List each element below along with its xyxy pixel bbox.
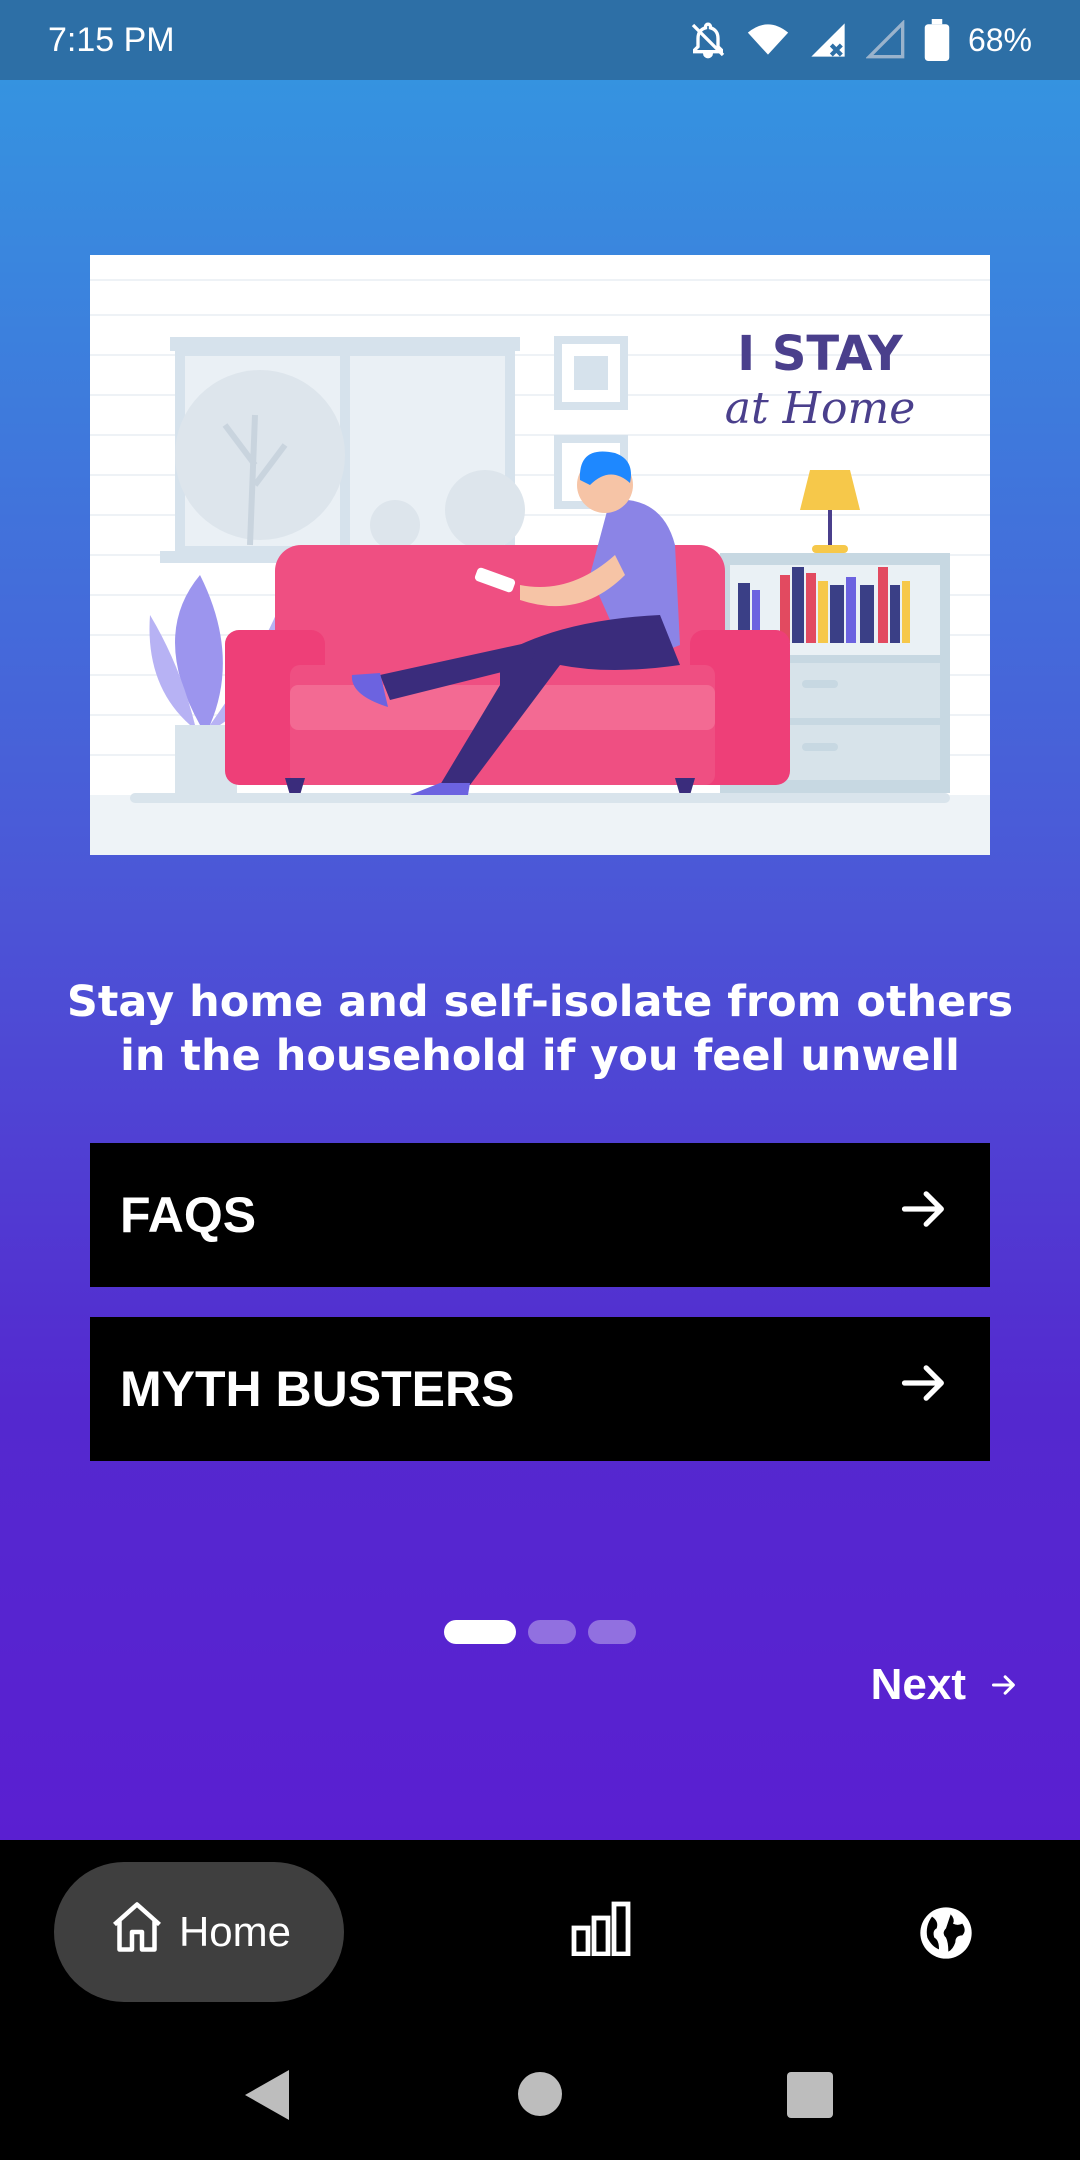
nav-stats[interactable] (570, 1900, 632, 1960)
wifi-icon (746, 20, 790, 60)
recent-apps-icon[interactable] (787, 2072, 833, 2118)
bell-off-icon (688, 20, 728, 60)
system-nav-bar (0, 2030, 1080, 2160)
stay-home-illustration: I STAY at Home (90, 255, 990, 855)
page-dot[interactable] (588, 1620, 636, 1644)
globe-icon (918, 1907, 974, 1965)
faqs-button[interactable]: FAQS (90, 1143, 990, 1287)
nav-world[interactable] (918, 1905, 974, 1965)
next-label: Next (870, 1660, 966, 1709)
hero-title: I STAY (737, 326, 904, 382)
signal-empty-icon (865, 20, 906, 60)
back-icon[interactable] (245, 2070, 289, 2124)
home-icon (107, 1897, 167, 1967)
battery-icon (924, 19, 950, 61)
status-time: 7:15 PM (48, 20, 175, 59)
bottom-nav: Home (0, 1840, 1080, 2030)
nav-home[interactable]: Home (54, 1862, 344, 2002)
main-content: I STAY at Home Stay home and self-isolat… (0, 80, 1080, 1840)
advice-text: Stay home and self-isolate from others i… (66, 977, 1014, 1081)
system-home-icon[interactable] (518, 2072, 562, 2116)
battery-percent: 68% (967, 21, 1032, 58)
arrow-right-icon (898, 1183, 950, 1247)
myth-busters-button[interactable]: MYTH BUSTERS (90, 1317, 990, 1461)
page-indicator (444, 1620, 636, 1644)
nav-home-label: Home (178, 1908, 292, 1955)
arrow-right-icon (898, 1357, 950, 1421)
status-icons: 68% (688, 19, 1032, 61)
myth-busters-label: MYTH BUSTERS (120, 1361, 515, 1417)
signal-off-icon (808, 20, 848, 60)
page-dot[interactable] (528, 1620, 576, 1644)
arrow-right-icon (990, 1660, 1018, 1710)
status-bar: 7:15 PM 68% (0, 0, 1080, 80)
next-button[interactable]: Next (871, 1660, 1018, 1710)
page-dot-active[interactable] (444, 1620, 516, 1644)
faqs-label: FAQS (120, 1187, 257, 1243)
stats-icon (570, 1901, 632, 1960)
hero-subtitle: at Home (725, 383, 916, 434)
